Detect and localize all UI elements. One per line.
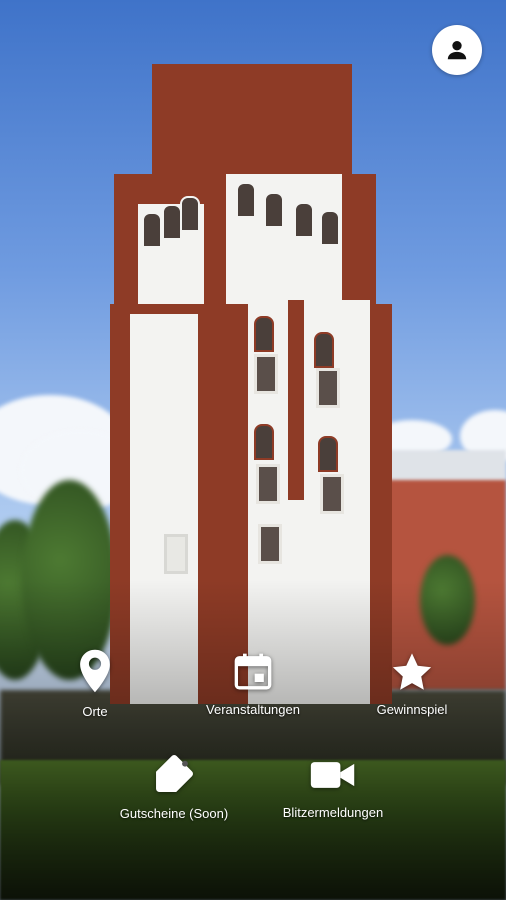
menu-item-label: Veranstaltungen: [206, 702, 300, 717]
menu-item-label: Gutscheine (Soon): [119, 806, 229, 821]
menu-item-label: Blitzermeldungen: [282, 805, 384, 820]
star-icon: [392, 653, 432, 690]
menu-item-blitzermeldungen[interactable]: Blitzermeldungen: [268, 755, 398, 820]
bottom-shade: [0, 580, 506, 900]
menu-item-label: Orte: [82, 704, 108, 719]
menu-item-gutscheine[interactable]: Gutscheine (Soon): [108, 752, 240, 821]
menu-item-veranstaltungen[interactable]: Veranstaltungen: [193, 652, 313, 717]
person-icon: [447, 41, 467, 60]
menu-item-orte[interactable]: Orte: [55, 648, 135, 719]
profile-button[interactable]: [432, 25, 482, 75]
tag-icon: [156, 755, 193, 792]
menu-item-label: Gewinnspiel: [376, 702, 448, 717]
video-camera-icon: [310, 762, 355, 788]
background-photo: [0, 0, 506, 900]
map-pin-icon: [80, 649, 110, 693]
calendar-icon: [234, 653, 272, 690]
menu-item-gewinnspiel[interactable]: Gewinnspiel: [362, 652, 462, 717]
